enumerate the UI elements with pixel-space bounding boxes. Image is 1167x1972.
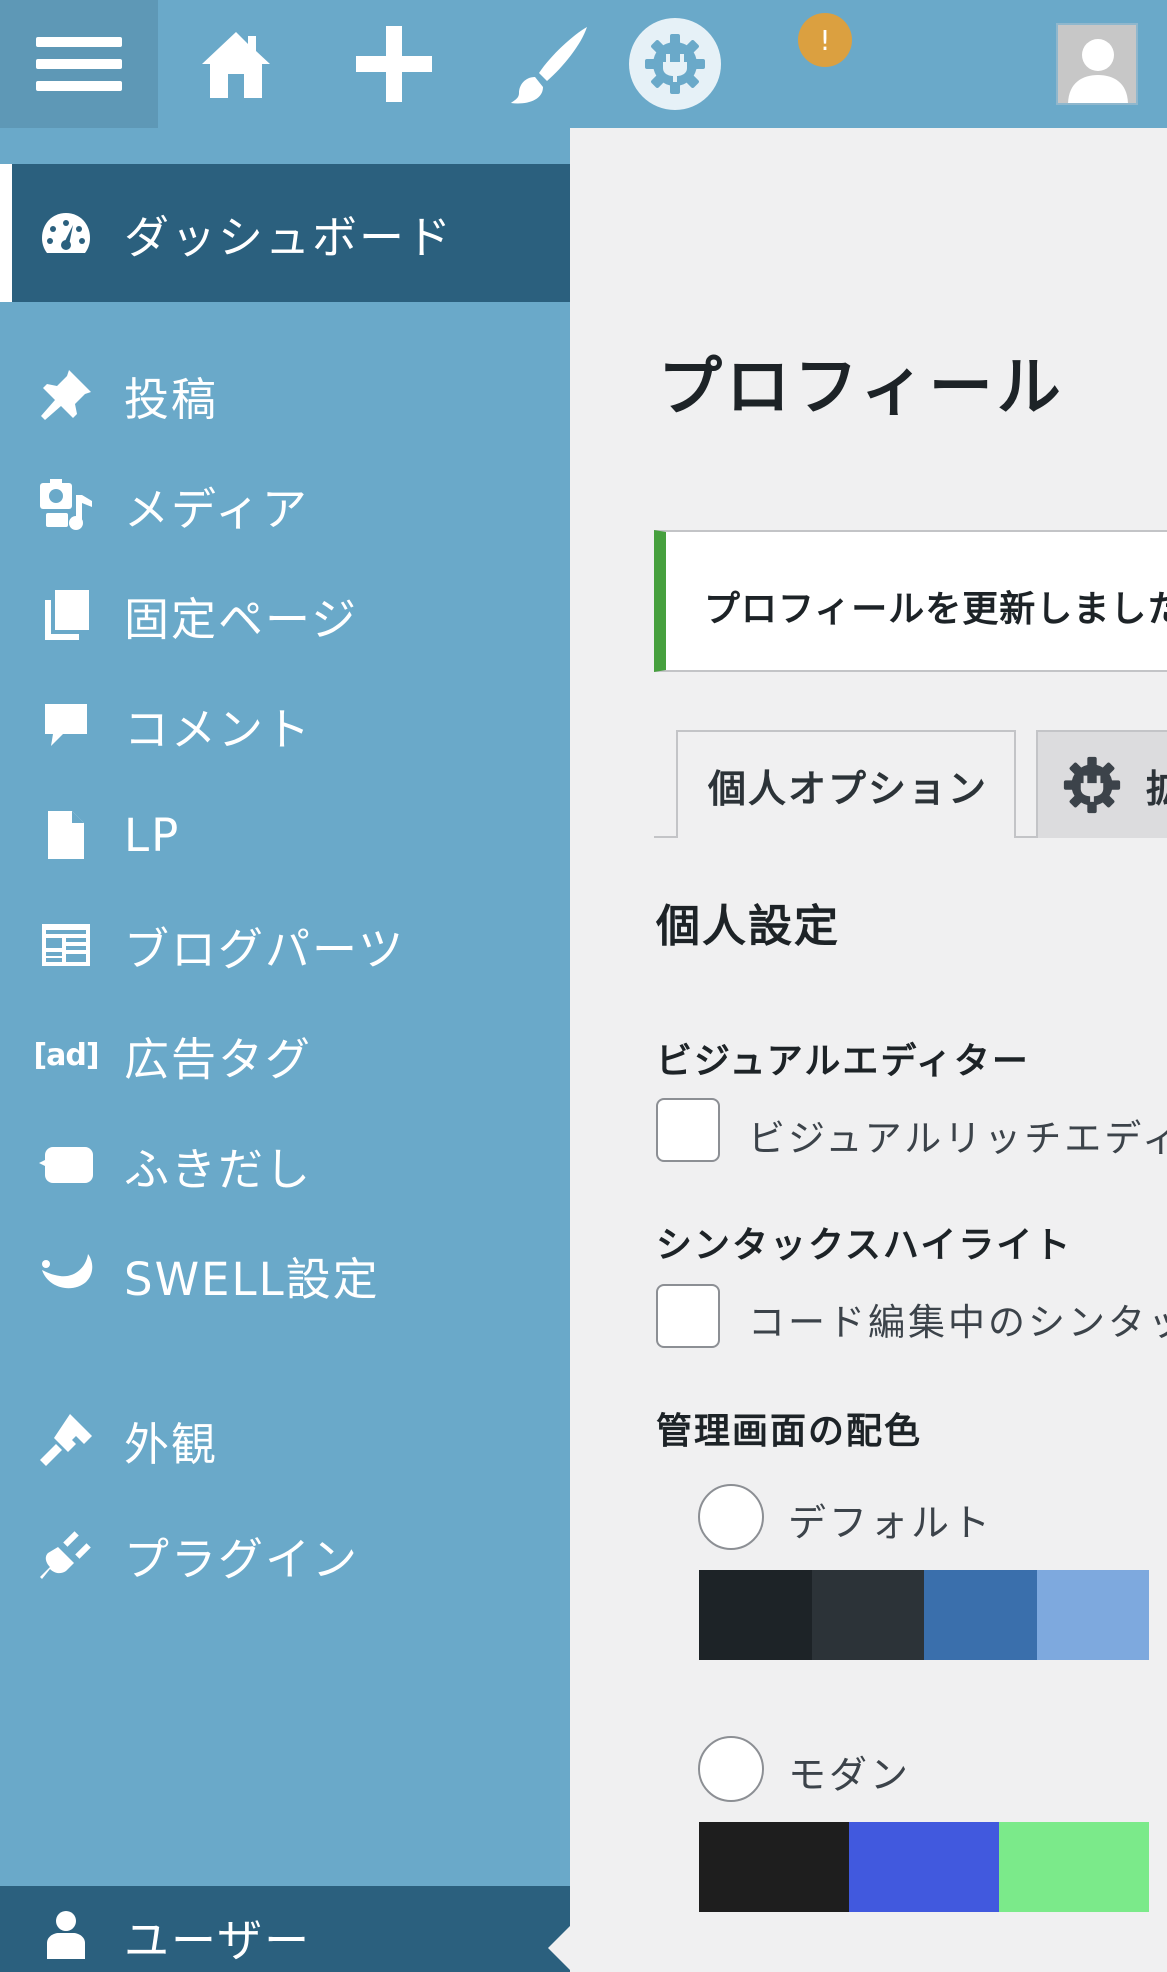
sidebar-item-media[interactable]: メディア (0, 450, 570, 560)
sidebar-item-label: SWELL設定 (124, 1252, 380, 1306)
sidebar-item-ad-tags[interactable]: [ad] 広告タグ (0, 1000, 570, 1110)
tab-extension[interactable]: 拡 (1036, 730, 1167, 838)
sidebar-item-label: ブログパーツ (124, 922, 406, 976)
tab-personal-options[interactable]: 個人オプション (676, 730, 1016, 838)
sidebar-item-lp[interactable]: LP (0, 780, 570, 890)
media-icon (36, 475, 96, 535)
sidebar-item-label: メディア (124, 482, 309, 536)
color-swatch (999, 1822, 1149, 1912)
home-icon (202, 32, 270, 98)
sidebar-item-label: 外観 (124, 1417, 219, 1471)
sidebar-item-label: ダッシュボード (124, 210, 454, 264)
sidebar-item-label: コメント (124, 702, 313, 756)
color-swatch (1036, 1570, 1149, 1660)
color-scheme-modern-palette[interactable] (699, 1822, 1149, 1912)
visual-editor-label: ビジュアルリッチエディ (748, 1117, 1167, 1160)
sidebar-item-dashboard[interactable]: ダッシュボード (0, 164, 570, 302)
sidebar-item-label: LP (124, 808, 181, 862)
sidebar-item-comments[interactable]: コメント (0, 670, 570, 780)
menu-toggle-button[interactable] (0, 0, 158, 128)
plus-icon (356, 26, 432, 102)
brush-icon (36, 1410, 96, 1470)
syntax-highlight-checkbox[interactable] (656, 1284, 720, 1348)
plugin-icon (36, 1525, 96, 1585)
sidebar-item-plugins[interactable]: プラグイン (0, 1500, 570, 1610)
color-scheme-modern-radio[interactable] (698, 1736, 764, 1802)
brush-icon (511, 27, 587, 104)
menu-icon (36, 25, 122, 103)
sidebar-item-label: ユーザー (124, 1914, 312, 1967)
color-scheme-label: デフォルト (788, 1501, 994, 1545)
section-title: 個人設定 (656, 901, 840, 952)
pin-icon (36, 365, 96, 425)
color-swatch (849, 1822, 999, 1912)
sidebar-item-label: ふきだし (124, 1142, 313, 1196)
account-button[interactable] (1052, 0, 1142, 128)
sidebar-item-posts[interactable]: 投稿 (0, 340, 570, 450)
sidebar-item-pages[interactable]: 固定ページ (0, 560, 570, 670)
color-swatch (699, 1822, 849, 1912)
sidebar-item-swell-settings[interactable]: SWELL設定 (0, 1220, 570, 1330)
tab-label: 拡 (1146, 758, 1167, 813)
home-button[interactable] (186, 0, 286, 128)
ad-icon: [ad] (33, 1037, 99, 1073)
color-scheme-default-palette[interactable] (699, 1570, 1149, 1660)
visual-editor-checkbox[interactable] (656, 1098, 720, 1162)
page-title: プロフィール (658, 351, 1065, 425)
sidebar-item-label: プラグイン (124, 1532, 360, 1586)
customize-button[interactable] (500, 0, 600, 128)
document-icon (36, 805, 96, 865)
sidebar-item-label: 固定ページ (124, 592, 359, 646)
sidebar-item-appearance[interactable]: 外観 (0, 1380, 570, 1500)
admin-sidebar: ダッシュボード 投稿 メディア 固定ページ コメント LP ブログパーツ [ad… (0, 128, 570, 1972)
dashboard-icon (36, 203, 96, 263)
success-notice: プロフィールを更新しました (654, 530, 1167, 672)
color-scheme-label: モダン (788, 1753, 912, 1797)
color-swatch (811, 1570, 924, 1660)
sidebar-item-label: 広告タグ (124, 1032, 313, 1086)
user-icon (36, 1904, 96, 1964)
syntax-highlight-label: コード編集中のシンタッ (748, 1301, 1167, 1344)
plugin-settings-button[interactable] (620, 0, 730, 128)
pages-icon (36, 585, 96, 645)
color-scheme-default-radio[interactable] (698, 1484, 764, 1550)
color-swatch (924, 1570, 1037, 1660)
notice-icon: ! (798, 13, 852, 67)
main-content: プロフィール プロフィールを更新しました 個人オプション 拡 個人設定 (570, 128, 1167, 1972)
plugin-gear-icon (645, 34, 705, 94)
plugin-gear-icon (1063, 756, 1121, 814)
swell-icon (36, 1245, 96, 1305)
visual-editor-heading: ビジュアルエディター (656, 1041, 1030, 1082)
sidebar-item-label: 投稿 (124, 372, 219, 426)
sidebar-item-balloons[interactable]: ふきだし (0, 1110, 570, 1220)
blog-parts-icon (36, 915, 96, 975)
color-swatch (699, 1570, 812, 1660)
notice-text: プロフィールを更新しました (704, 589, 1167, 630)
syntax-highlight-heading: シンタックスハイライト (656, 1225, 1073, 1266)
color-scheme-heading: 管理画面の配色 (656, 1411, 923, 1452)
admin-bar: ! (0, 0, 1167, 128)
avatar (1056, 23, 1138, 105)
sidebar-item-blog-parts[interactable]: ブログパーツ (0, 890, 570, 1000)
sidebar-item-users[interactable]: ユーザー (0, 1886, 570, 1972)
tab-label: 個人オプション (708, 766, 989, 811)
new-content-button[interactable] (344, 0, 444, 128)
balloon-icon (36, 1135, 96, 1195)
notice-button[interactable]: ! (790, 0, 860, 128)
current-page-arrow (548, 1926, 570, 1970)
comment-icon (36, 695, 96, 755)
